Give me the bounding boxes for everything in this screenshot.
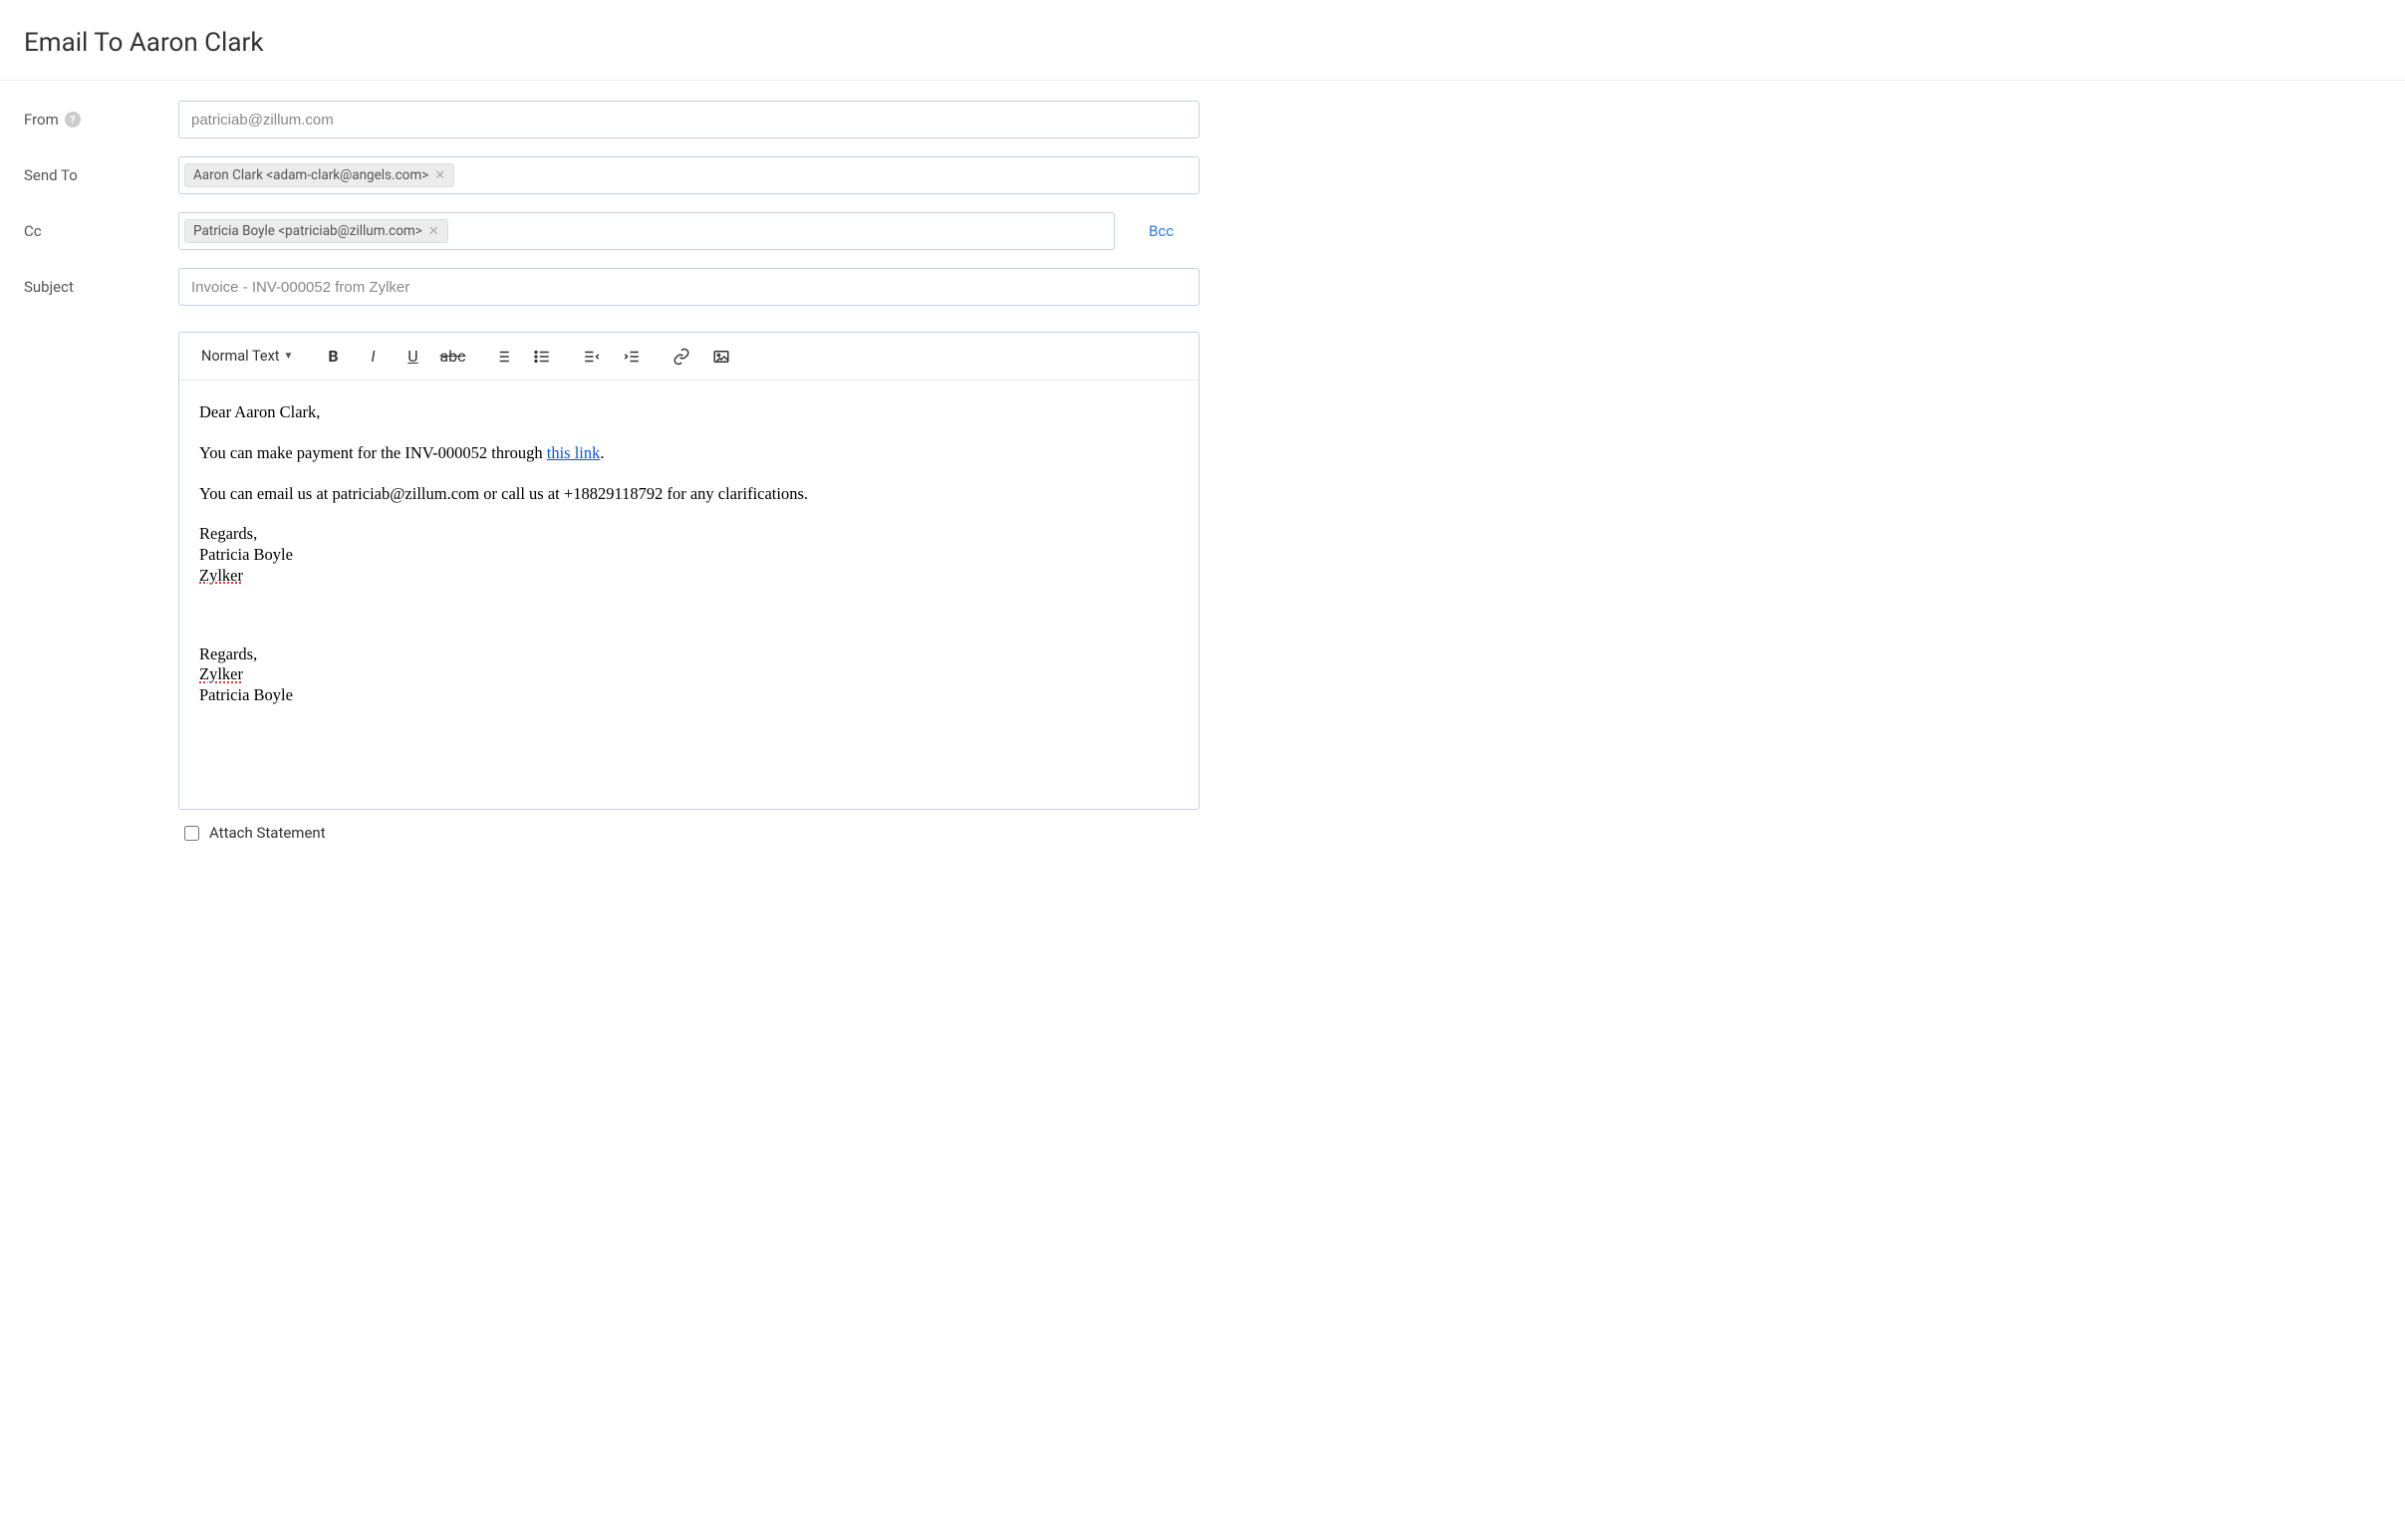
signature-line: Zylker [199,664,1179,685]
strikethrough-button[interactable]: abc [432,337,472,377]
ordered-list-icon [493,348,511,366]
link-icon [672,348,690,366]
body-paragraph: You can make payment for the INV-000052 … [199,443,1179,464]
close-icon[interactable]: ✕ [434,169,445,182]
attach-statement-row: Attach Statement [178,810,1200,842]
cc-input[interactable]: Patricia Boyle <patriciab@zillum.com> ✕ [178,212,1115,250]
signature-line: Patricia Boyle [199,545,1179,566]
from-label-text: From [24,111,59,128]
link-button[interactable] [662,337,701,377]
from-input[interactable] [178,101,1200,138]
cc-label: Cc [24,212,178,240]
attach-statement-checkbox[interactable] [184,826,199,841]
from-row: From ? [24,101,2381,138]
subject-input[interactable] [178,268,1200,306]
editor-body[interactable]: Dear Aaron Clark, You can make payment f… [179,381,1199,809]
page-title: Email To Aaron Clark [0,0,2405,81]
chip-label: Patricia Boyle <patriciab@zillum.com> [193,223,422,239]
body-paragraph: You can email us at patriciab@zillum.com… [199,484,1179,505]
block-style-dropdown[interactable]: Normal Text ▼ [191,342,303,371]
italic-button[interactable]: I [353,337,393,377]
underline-button[interactable]: U [393,337,432,377]
spacer [199,607,1179,625]
outdent-button[interactable] [572,337,612,377]
image-icon [712,348,730,366]
editor-label [24,324,178,334]
cc-chip[interactable]: Patricia Boyle <patriciab@zillum.com> ✕ [184,219,448,243]
signature-line: Patricia Boyle [199,685,1179,706]
bcc-link[interactable]: Bcc [1149,212,1174,240]
from-label: From ? [24,101,178,128]
unordered-list-button[interactable] [522,337,562,377]
image-button[interactable] [701,337,741,377]
body-text: . [600,443,604,462]
chip-label: Aaron Clark <adam-clark@angels.com> [193,167,428,183]
outdent-icon [583,348,601,366]
signature-line: Regards, [199,644,1179,665]
close-icon[interactable]: ✕ [428,225,439,238]
subject-label: Subject [24,268,178,296]
ordered-list-button[interactable] [482,337,522,377]
payment-link[interactable]: this link [547,443,601,462]
body-text: You can make payment for the INV-000052 … [199,443,547,462]
cc-label-text: Cc [24,222,42,240]
cc-row: Cc Patricia Boyle <patriciab@zillum.com>… [24,212,2381,250]
editor: Normal Text ▼ B I U abc [178,332,1200,810]
chevron-down-icon: ▼ [284,351,294,362]
bold-button[interactable]: B [313,337,353,377]
signature-line: Regards, [199,524,1179,545]
sendto-row: Send To Aaron Clark <adam-clark@angels.c… [24,156,2381,194]
subject-label-text: Subject [24,278,74,296]
signature-line: Zylker [199,566,1179,587]
attach-statement-label: Attach Statement [209,824,326,842]
subject-row: Subject [24,268,2381,306]
indent-icon [623,348,641,366]
block-style-label: Normal Text [201,348,280,365]
recipient-chip[interactable]: Aaron Clark <adam-clark@angels.com> ✕ [184,163,454,187]
sendto-input[interactable]: Aaron Clark <adam-clark@angels.com> ✕ [178,156,1200,194]
email-form: From ? Send To Aaron Clark <adam-clark@a… [0,81,2405,880]
editor-row: Normal Text ▼ B I U abc [24,324,2381,842]
help-icon[interactable]: ? [65,112,81,128]
indent-button[interactable] [612,337,652,377]
sendto-label-text: Send To [24,166,78,184]
sendto-label: Send To [24,156,178,184]
unordered-list-icon [533,348,551,366]
spellcheck-word: Zylker [199,664,243,683]
editor-toolbar: Normal Text ▼ B I U abc [179,333,1199,381]
greeting-line: Dear Aaron Clark, [199,402,1179,423]
spellcheck-word: Zylker [199,566,243,585]
